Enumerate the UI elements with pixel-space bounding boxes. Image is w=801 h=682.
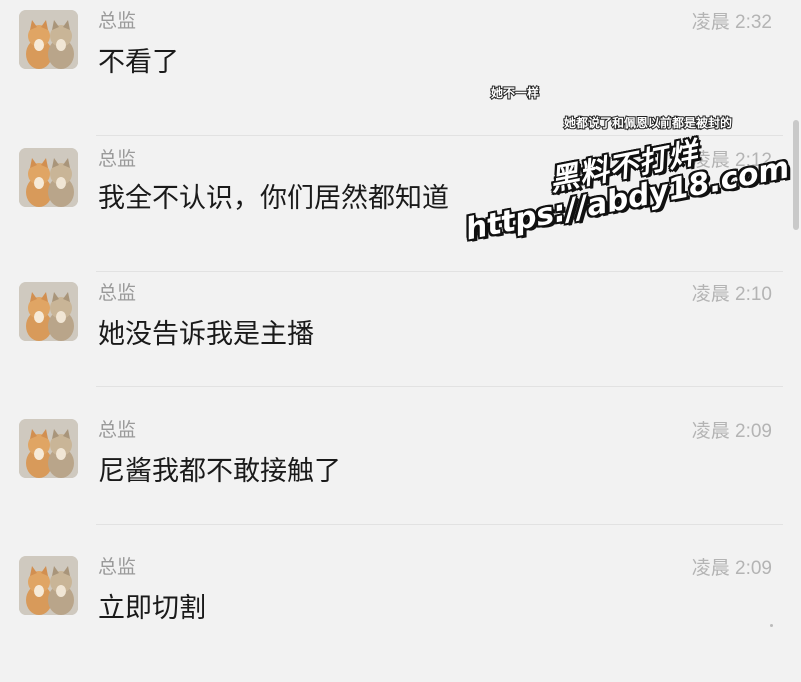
message-text: 立即切割 (98, 593, 206, 624)
sender-name: 总监 (98, 556, 137, 578)
message-item[interactable]: 总监 凌晨 2:09 尼酱我都不敢接触了 (0, 409, 801, 545)
message-time: 凌晨 2:12 (691, 150, 772, 171)
video-caption: 她不一样 (490, 85, 540, 101)
message-text: 她没告诉我是主播 (98, 319, 314, 350)
message-text: 尼酱我都不敢接触了 (98, 456, 341, 487)
scrollbar[interactable] (793, 120, 799, 230)
cats-avatar-icon[interactable] (19, 556, 78, 615)
message-time: 凌晨 2:10 (691, 284, 772, 305)
message-text: 我全不认识，你们居然都知道 (98, 183, 449, 214)
divider (96, 524, 783, 525)
cats-avatar-icon[interactable] (19, 10, 78, 69)
sender-name: 总监 (98, 148, 137, 170)
sender-name: 总监 (98, 10, 137, 32)
divider (96, 386, 783, 387)
sender-name: 总监 (98, 419, 137, 441)
message-time: 凌晨 2:09 (691, 421, 772, 442)
sender-name: 总监 (98, 282, 137, 304)
message-item[interactable]: 总监 凌晨 2:09 立即切割 (0, 546, 801, 682)
message-time: 凌晨 2:32 (691, 12, 772, 33)
chat-message-list: 总监 凌晨 2:32 不看了 总监 凌晨 2:12 我全不认识，你们居然都知道 (0, 0, 801, 647)
message-item[interactable]: 总监 凌晨 2:10 她没告诉我是主播 (0, 272, 801, 408)
message-text: 不看了 (98, 47, 179, 78)
video-caption: 她都说了和佩恩以前都是被封的 (563, 115, 733, 131)
decorative-dot (770, 624, 773, 627)
cats-avatar-icon[interactable] (19, 419, 78, 478)
message-time: 凌晨 2:09 (691, 558, 772, 579)
message-item[interactable]: 总监 凌晨 2:12 我全不认识，你们居然都知道 (0, 114, 801, 272)
cats-avatar-icon[interactable] (19, 282, 78, 341)
cats-avatar-icon[interactable] (19, 148, 78, 207)
